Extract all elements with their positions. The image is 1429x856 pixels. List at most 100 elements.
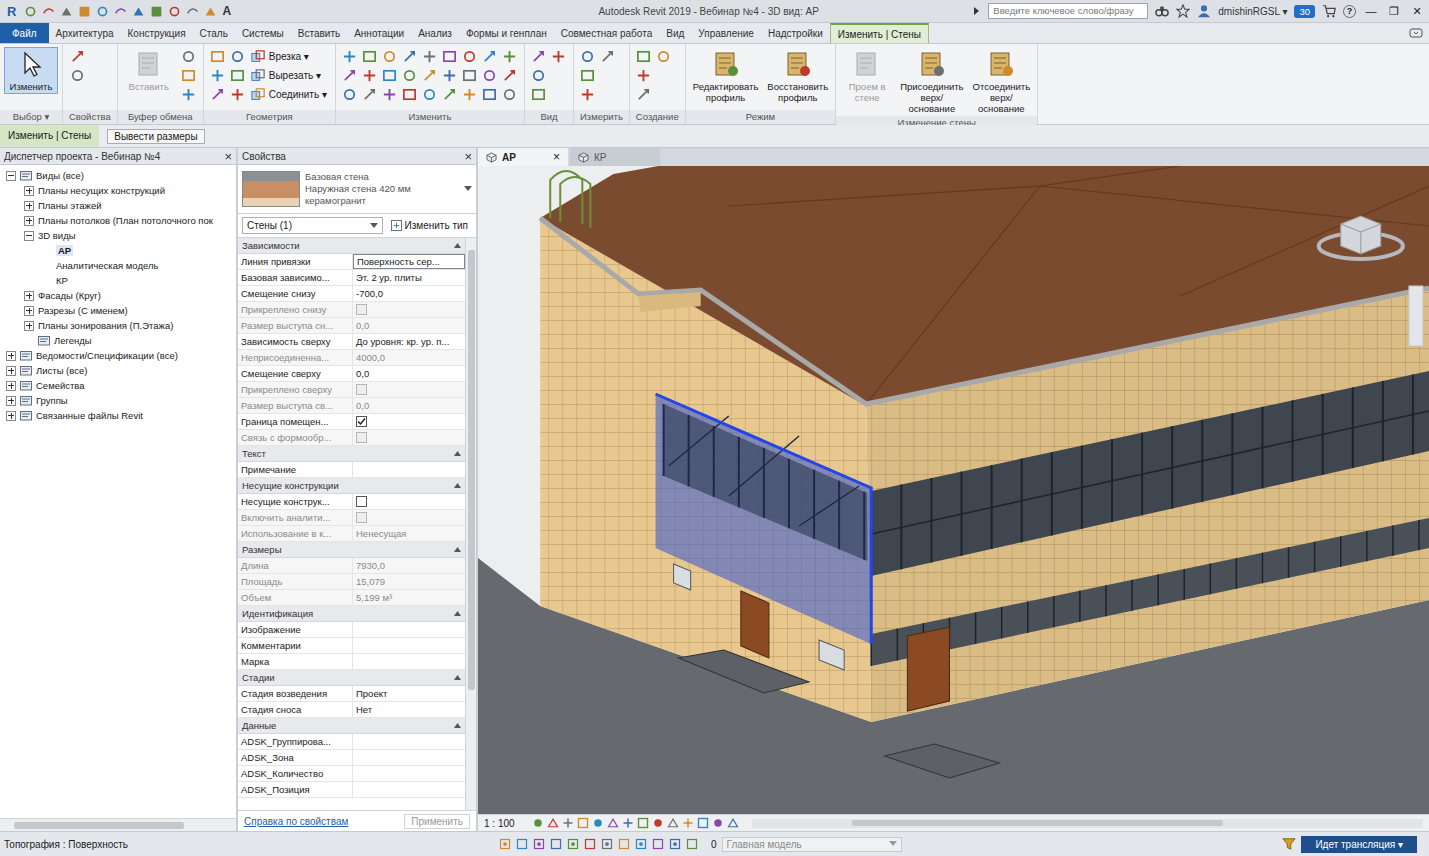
- text-tool-button[interactable]: A: [222, 4, 231, 18]
- expander-icon[interactable]: [24, 306, 34, 316]
- property-value[interactable]: [353, 638, 465, 653]
- property-group-header[interactable]: Зависимости: [238, 238, 465, 254]
- tool-button[interactable]: [578, 85, 598, 104]
- tool-button[interactable]: [380, 85, 400, 104]
- tree-item[interactable]: 3D виды: [0, 228, 236, 243]
- user-menu[interactable]: dmishinRGSL ▾: [1218, 6, 1287, 17]
- view-control-button[interactable]: [727, 817, 739, 829]
- options-bar-button[interactable]: Вывести размеры: [107, 129, 204, 144]
- ribbon-group-label[interactable]: Геометрия: [204, 110, 335, 124]
- property-value[interactable]: [353, 750, 465, 765]
- tool-button[interactable]: [228, 47, 248, 66]
- expander-icon[interactable]: [6, 381, 16, 391]
- quick-access-button[interactable]: [24, 5, 37, 18]
- tool-button[interactable]: [340, 66, 360, 85]
- horizontal-scrollbar[interactable]: [0, 818, 236, 831]
- tool-button[interactable]: [480, 66, 500, 85]
- property-value[interactable]: Поверхность сер...: [353, 254, 465, 269]
- tool-button[interactable]: [460, 47, 480, 66]
- tree-item[interactable]: Планы зонирования (П.Этажа): [0, 318, 236, 333]
- property-value[interactable]: Нет: [353, 702, 465, 717]
- quick-access-button[interactable]: [60, 5, 73, 18]
- ribbon-group-label[interactable]: Выбор ▾: [0, 110, 62, 124]
- vertical-scrollbar[interactable]: [465, 238, 476, 810]
- tree-item[interactable]: Семейства: [0, 378, 236, 393]
- tree-item[interactable]: КР: [0, 273, 236, 288]
- property-value[interactable]: [353, 654, 465, 669]
- tool-button[interactable]: [500, 66, 520, 85]
- filter-icon[interactable]: [1282, 837, 1296, 851]
- tool-button[interactable]: [380, 47, 400, 66]
- tool-button[interactable]: [420, 47, 440, 66]
- tool-button[interactable]: [67, 66, 87, 85]
- tool-button[interactable]: [634, 85, 654, 104]
- tree-item[interactable]: Разрезы (С именем): [0, 303, 236, 318]
- view-control-button[interactable]: [532, 817, 544, 829]
- tree-item[interactable]: Фасады (Круг): [0, 288, 236, 303]
- view-scale[interactable]: 1 : 100: [484, 818, 515, 829]
- tool-button[interactable]: [440, 66, 460, 85]
- tree-item[interactable]: Группы: [0, 393, 236, 408]
- large-tool-button[interactable]: Редактировать профиль: [690, 47, 762, 105]
- ribbon-group-label[interactable]: Режим: [686, 110, 835, 124]
- view-tab[interactable]: КР: [570, 148, 660, 166]
- status-tool-button[interactable]: [669, 838, 681, 850]
- close-button[interactable]: ×: [464, 150, 472, 163]
- tool-button[interactable]: [208, 66, 228, 85]
- property-group-header[interactable]: Данные: [238, 718, 465, 734]
- ribbon-group-label[interactable]: Свойства: [63, 110, 117, 124]
- property-value[interactable]: 0,0: [353, 366, 465, 381]
- ribbon-tab[interactable]: Вставить: [291, 23, 347, 43]
- type-selector[interactable]: Базовая стенаНаружная стена 420 ммкерамо…: [238, 165, 476, 214]
- tool-button[interactable]: [179, 47, 199, 66]
- tool-button[interactable]: [529, 47, 549, 66]
- tree-item[interactable]: Планы потолков (План потолочного пок: [0, 213, 236, 228]
- ribbon-tab[interactable]: Файл: [0, 23, 49, 43]
- tool-button[interactable]: [598, 47, 618, 66]
- tool-button[interactable]: [578, 47, 598, 66]
- quick-access-button[interactable]: [132, 5, 145, 18]
- status-tool-button[interactable]: [584, 838, 596, 850]
- status-tool-button[interactable]: [499, 838, 511, 850]
- quick-access-button[interactable]: [78, 5, 91, 18]
- expander-icon[interactable]: [24, 231, 34, 241]
- ribbon-tab[interactable]: Сталь: [193, 23, 235, 43]
- expander-icon[interactable]: [24, 201, 34, 211]
- ribbon-group-label[interactable]: Вид: [525, 110, 573, 124]
- expander-icon[interactable]: [24, 186, 34, 196]
- properties-help-link[interactable]: Справка по свойствам: [244, 816, 348, 827]
- property-group-header[interactable]: Размеры: [238, 542, 465, 558]
- tree-item[interactable]: АР: [0, 243, 236, 258]
- app-logo[interactable]: R: [4, 4, 19, 19]
- tool-button[interactable]: [529, 66, 549, 85]
- ribbon-tab[interactable]: Архитектура: [49, 23, 121, 43]
- status-tool-button[interactable]: [686, 838, 698, 850]
- instance-filter-dropdown[interactable]: Стены (1): [242, 217, 383, 234]
- tree-item[interactable]: Легенды: [0, 333, 236, 348]
- ribbon-tab[interactable]: Аннотации: [347, 23, 411, 43]
- notification-badge[interactable]: 30: [1294, 5, 1315, 18]
- tool-button[interactable]: [420, 66, 440, 85]
- window-control-button[interactable]: ❐: [1386, 5, 1402, 18]
- property-value[interactable]: [353, 782, 465, 797]
- ribbon-tab[interactable]: Системы: [235, 23, 291, 43]
- cart-icon[interactable]: [1322, 4, 1336, 18]
- status-tool-button[interactable]: [601, 838, 613, 850]
- close-button[interactable]: ×: [224, 150, 232, 163]
- view-control-button[interactable]: [562, 817, 574, 829]
- tree-item[interactable]: Планы этажей: [0, 198, 236, 213]
- view-control-button[interactable]: [592, 817, 604, 829]
- status-tool-button[interactable]: [618, 838, 630, 850]
- status-tool-button[interactable]: [550, 838, 562, 850]
- view-control-button[interactable]: [682, 817, 694, 829]
- property-value[interactable]: Проект: [353, 686, 465, 701]
- view-control-button[interactable]: [652, 817, 664, 829]
- tool-button[interactable]: [578, 66, 598, 85]
- status-tool-button[interactable]: [533, 838, 545, 850]
- large-tool-button[interactable]: Изменить: [4, 47, 58, 94]
- view-control-button[interactable]: [637, 817, 649, 829]
- quick-access-button[interactable]: [114, 5, 127, 18]
- tree-item[interactable]: Планы несущих конструкций: [0, 183, 236, 198]
- tool-button[interactable]: [460, 66, 480, 85]
- tool-button[interactable]: [360, 85, 380, 104]
